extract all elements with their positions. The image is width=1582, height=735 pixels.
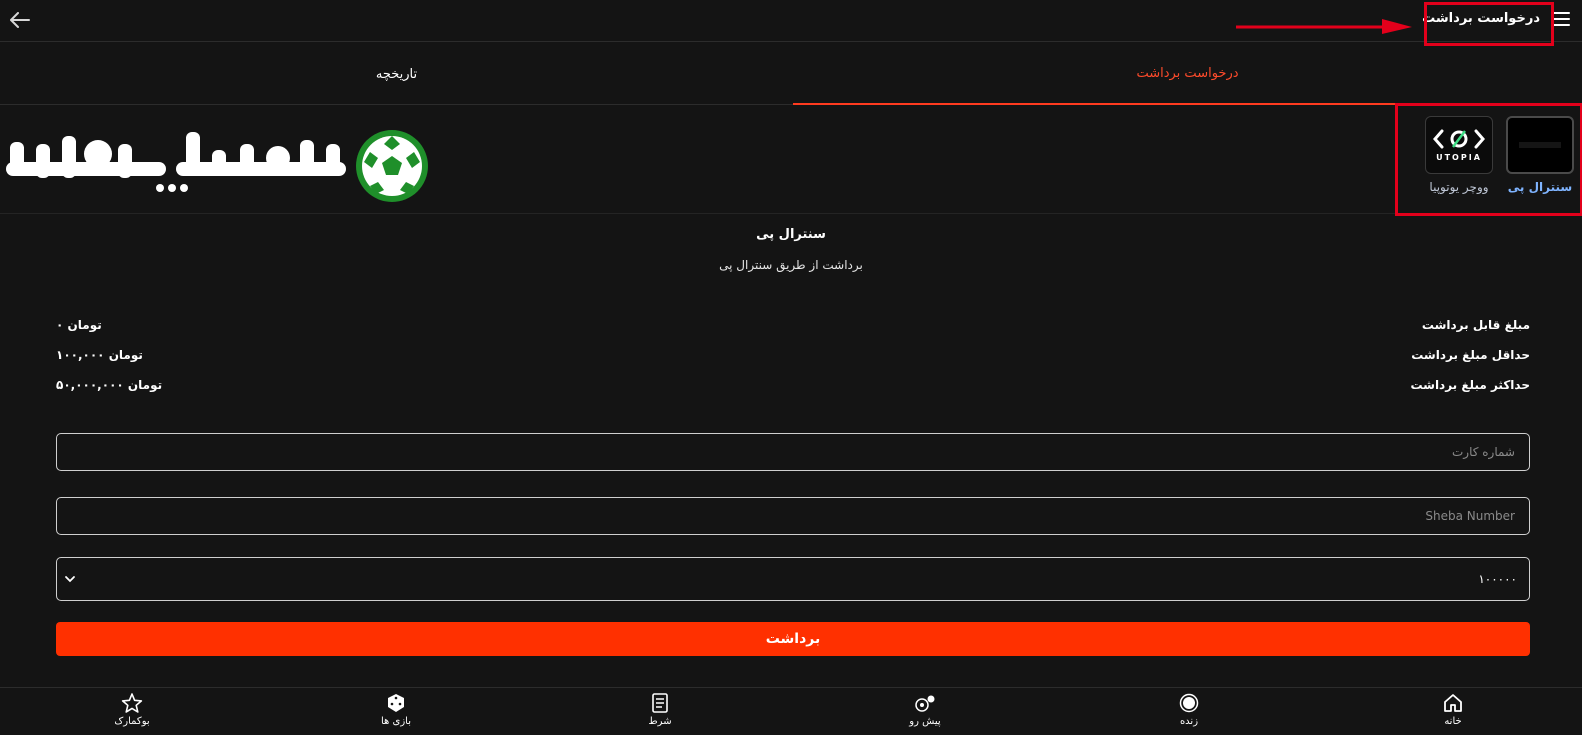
live-icon (1178, 692, 1200, 714)
bookmark-icon (121, 692, 143, 714)
selected-method-description: برداشت از طریق سنترال پی (719, 258, 863, 272)
annotation-arrow-icon (1236, 19, 1412, 34)
home-icon (1442, 692, 1464, 714)
tab-bar: تاریخچه درخواست برداشت (0, 43, 1582, 105)
limit-value: ۰ تومان (56, 318, 102, 332)
nav-item-live[interactable]: زنده (1149, 692, 1229, 727)
nav-label: بازی ها (381, 716, 411, 727)
withdraw-submit-button[interactable]: برداشت (56, 622, 1530, 656)
nav-label: بوکمارک (114, 716, 150, 727)
betslip-icon (649, 692, 671, 714)
nav-label: شرط (648, 716, 672, 727)
tab-withdraw-request[interactable]: درخواست برداشت (793, 43, 1582, 105)
limit-value: ۱۰۰,۰۰۰ تومان (56, 348, 143, 362)
annotation-highlight-methods (1395, 103, 1582, 216)
amount-select-value: ۱۰۰۰۰۰ (1478, 572, 1517, 586)
limit-row-minimum: حداقل مبلغ برداشت ۱۰۰,۰۰۰ تومان (56, 348, 1530, 368)
tab-history[interactable]: تاریخچه (0, 43, 793, 105)
nav-label: خانه (1444, 716, 1462, 727)
selected-method-title: سنترال پی (756, 227, 826, 242)
hamburger-menu-icon[interactable] (1552, 10, 1574, 32)
sheba-number-field (56, 497, 1530, 535)
upcoming-icon (914, 692, 936, 714)
nav-item-upcoming[interactable]: پیش رو (885, 692, 965, 727)
card-number-input[interactable] (57, 434, 1529, 470)
amount-select[interactable]: ۱۰۰۰۰۰ (56, 557, 1530, 601)
limit-value: ۵۰,۰۰۰,۰۰۰ تومان (56, 378, 163, 392)
bottom-navigation: خانه زنده پیش رو شرط بازی ها بوکمارک (0, 687, 1582, 735)
back-arrow-icon[interactable] (6, 6, 34, 34)
nav-item-betslip[interactable]: شرط (620, 692, 700, 727)
nav-label: زنده (1179, 716, 1199, 727)
nav-item-games[interactable]: بازی ها (356, 692, 436, 727)
limit-label: حداقل مبلغ برداشت (1411, 348, 1530, 362)
chevron-down-icon (65, 576, 75, 583)
limit-row-available: مبلغ قابل برداشت ۰ تومان (56, 318, 1530, 338)
nav-item-bookmark[interactable]: بوکمارک (92, 692, 172, 727)
limit-row-maximum: حداکثر مبلغ برداشت ۵۰,۰۰۰,۰۰۰ تومان (56, 378, 1530, 398)
payment-methods-row: UTOPIA ووچر یوتوپیا سنترال پی (0, 106, 1582, 214)
limit-label: مبلغ قابل برداشت (1421, 318, 1530, 332)
annotation-highlight-title (1424, 2, 1554, 46)
nav-label: پیش رو (909, 716, 941, 727)
brand-logo (6, 130, 428, 202)
sheba-number-input[interactable] (57, 498, 1529, 534)
nav-item-home[interactable]: خانه (1413, 692, 1493, 727)
games-icon (385, 692, 407, 714)
limit-label: حداکثر مبلغ برداشت (1410, 378, 1530, 392)
card-number-field (56, 433, 1530, 471)
